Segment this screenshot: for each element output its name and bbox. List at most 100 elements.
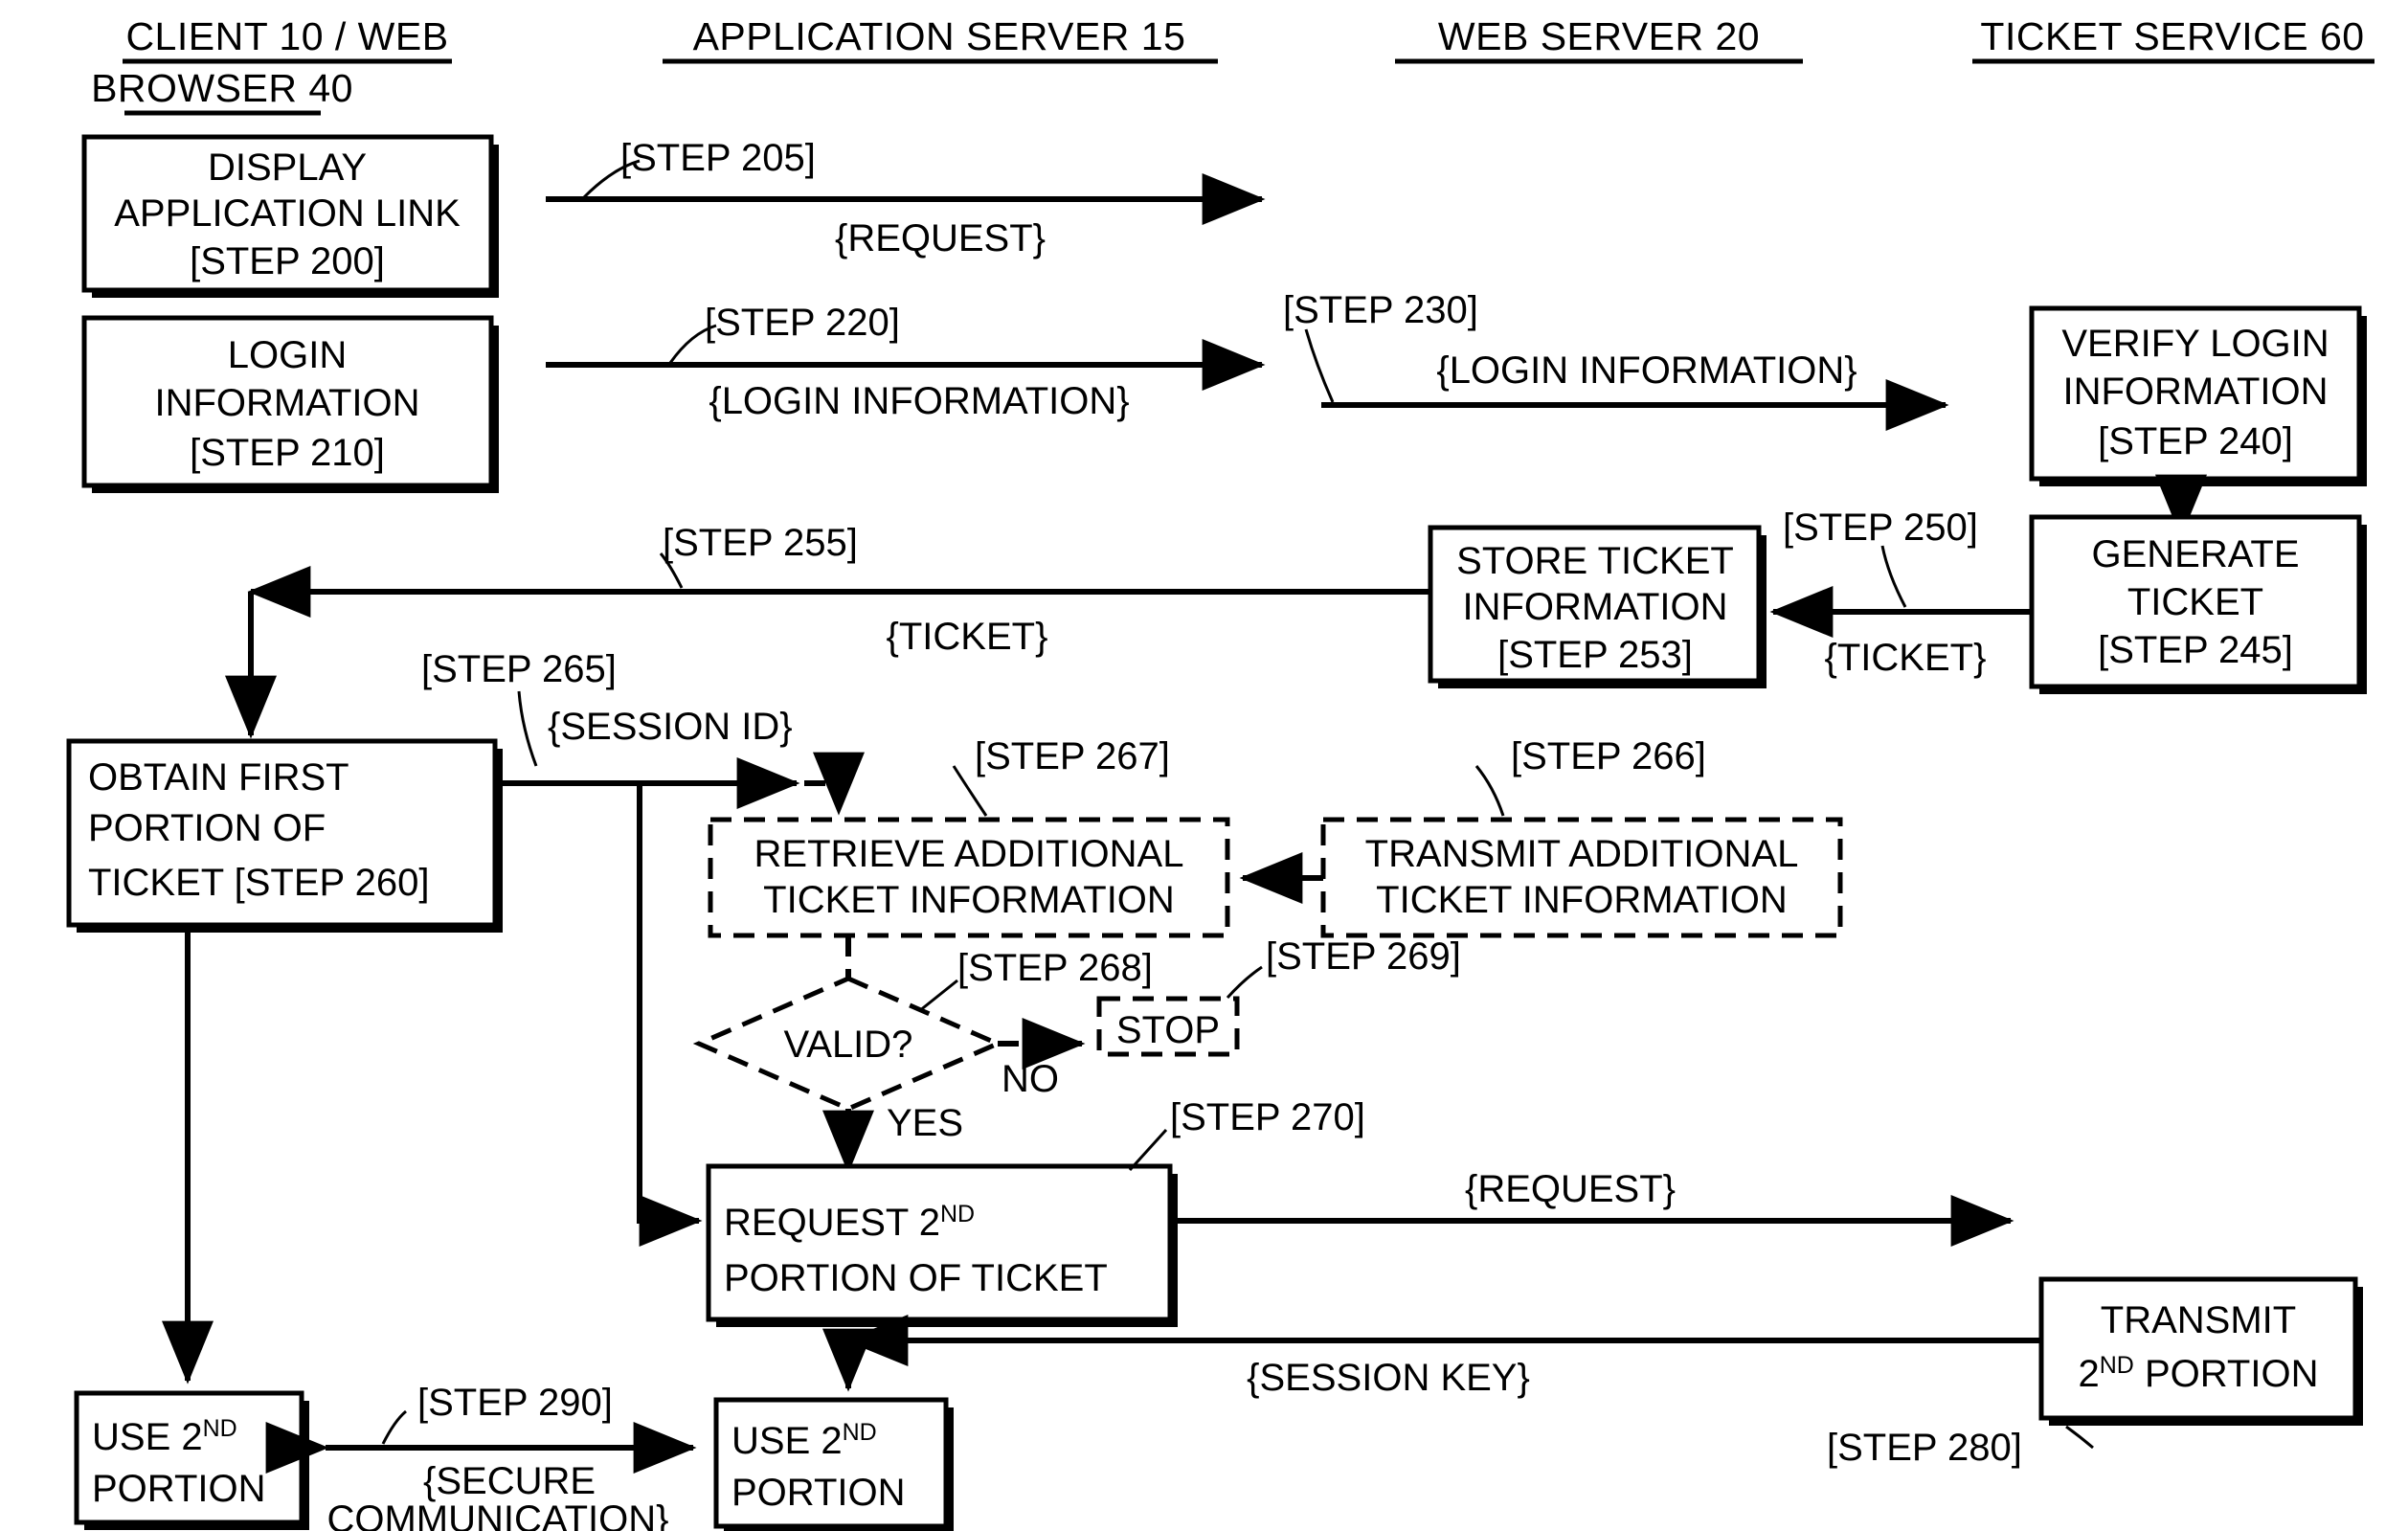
box-line-2: TICKET INFORMATION (1376, 879, 1788, 921)
message-label-secure-communication-2: COMMUNICATION} (326, 1498, 668, 1531)
box-line-2: PORTION OF TICKET (724, 1257, 1108, 1299)
column-header-client: CLIENT 10 / WEB BROWSER 40 (91, 14, 452, 116)
message-label-secure-communication-1: {SECURE (423, 1460, 596, 1502)
message-label-ticket-250: {TICKET} (1825, 637, 1987, 679)
box-line-2: INFORMATION (1462, 586, 1727, 628)
box-use-second-portion-app: USE 2ND PORTION (713, 1397, 954, 1531)
box-line-1-text: USE 2 (731, 1420, 843, 1462)
box-display-application-link: DISPLAY APPLICATION LINK [STEP 200] (81, 134, 499, 298)
message-label-login-information: {LOGIN INFORMATION} (709, 380, 1129, 422)
arrow-step-255: [STEP 255] {TICKET} (225, 522, 1430, 739)
branch-label-no: NO (1001, 1058, 1059, 1100)
box-line-1-superscript: ND (203, 1415, 237, 1442)
leader-line (1304, 328, 1335, 403)
box-line-2-post: PORTION (2134, 1353, 2319, 1395)
box-transmit-second-portion: TRANSMIT 2ND PORTION [STEP 280] (1827, 1276, 2363, 1469)
leader-line (918, 979, 958, 1013)
box-line-1: DISPLAY (208, 146, 367, 189)
step-label-205: [STEP 205] (620, 137, 816, 179)
box-line-1: REQUEST 2ND (724, 1201, 975, 1244)
box-line-1: RETRIEVE ADDITIONAL (754, 833, 1184, 875)
leader-line (1880, 545, 1907, 608)
diagram-canvas: CLIENT 10 / WEB BROWSER 40 APPLICATION S… (0, 0, 2408, 1531)
arrow-step-205: [STEP 205] {REQUEST} (546, 137, 1266, 259)
arrow-step-290: [STEP 290] {SECURE COMMUNICATION} (265, 1382, 697, 1531)
box-generate-ticket: GENERATE TICKET [STEP 245] (2029, 514, 2367, 694)
box-verify-login-information: VERIFY LOGIN INFORMATION [STEP 240] (2029, 305, 2367, 486)
step-label-268: [STEP 268] (957, 947, 1153, 989)
box-line-3: [STEP 245] (2098, 629, 2293, 671)
box-login-information: LOGIN INFORMATION [STEP 210] (81, 315, 499, 493)
step-label-266: [STEP 266] (1511, 735, 1706, 777)
box-line-1: VERIFY LOGIN (2061, 323, 2329, 365)
column-header-webserver-label: WEB SERVER 20 (1438, 14, 1760, 58)
step-label-250: [STEP 250] (1783, 507, 1978, 549)
message-label-session-key: {SESSION KEY} (1247, 1357, 1530, 1399)
patent-flow-diagram: CLIENT 10 / WEB BROWSER 40 APPLICATION S… (66, 14, 2374, 1531)
message-label-session-id: {SESSION ID} (548, 706, 793, 748)
box-line-1-superscript: ND (940, 1201, 975, 1227)
box-line-3: TICKET [STEP 260] (88, 862, 429, 904)
leader-line (1474, 765, 1505, 817)
leader-line (2065, 1425, 2094, 1450)
box-line-2: PORTION OF (88, 807, 326, 849)
box-line-1: STORE TICKET (1456, 540, 1734, 582)
step-label-230: [STEP 230] (1283, 289, 1478, 331)
step-label-290: [STEP 290] (417, 1382, 613, 1424)
box-retrieve-additional-ticket-information: RETRIEVE ADDITIONAL TICKET INFORMATION [… (708, 735, 1230, 938)
box-line-1-superscript: ND (843, 1419, 877, 1446)
box-line-2: PORTION (731, 1472, 906, 1514)
step-label-265: [STEP 265] (421, 648, 617, 690)
step-label-255: [STEP 255] (663, 522, 858, 564)
leader-line (1226, 965, 1263, 1000)
box-line-3: [STEP 200] (190, 240, 385, 282)
step-label-267: [STEP 267] (975, 735, 1170, 777)
arrow-step-220: [STEP 220] {LOGIN INFORMATION} (546, 302, 1266, 422)
box-transmit-additional-ticket-information: TRANSMIT ADDITIONAL TICKET INFORMATION [… (1320, 735, 1843, 938)
branch-yes: YES (822, 1102, 963, 1174)
step-label-270: [STEP 270] (1170, 1096, 1365, 1138)
box-line-3: [STEP 253] (1497, 634, 1693, 676)
column-header-appserver-label: APPLICATION SERVER 15 (693, 14, 1186, 58)
column-header-web-server: WEB SERVER 20 (1395, 14, 1803, 64)
message-label-request-bottom: {REQUEST} (1465, 1168, 1676, 1210)
column-header-application-server: APPLICATION SERVER 15 (663, 14, 1218, 64)
column-header-ticketservice-label: TICKET SERVICE 60 (1980, 14, 2364, 58)
session-id-arrow-to-request (637, 783, 703, 1247)
column-header-client-line1: CLIENT 10 / WEB (125, 14, 448, 58)
column-header-client-line2: BROWSER 40 (91, 66, 353, 110)
message-label-request: {REQUEST} (835, 217, 1046, 259)
step-label-220: [STEP 220] (705, 302, 900, 344)
box-line-2: APPLICATION LINK (114, 192, 461, 235)
box-stop-label: STOP (1116, 1009, 1220, 1051)
box-line-2: INFORMATION (2062, 371, 2328, 413)
leader-line (381, 1409, 407, 1445)
step-label-269: [STEP 269] (1266, 935, 1461, 978)
dashed-link (804, 752, 865, 816)
box-obtain-first-portion: OBTAIN FIRST PORTION OF TICKET [STEP 260… (66, 738, 503, 933)
box-line-2-pre: 2 (2079, 1353, 2100, 1395)
box-line-1: TRANSMIT (2101, 1299, 2296, 1341)
leader-line (517, 690, 538, 767)
branch-label-yes: YES (887, 1102, 963, 1144)
decision-label: VALID? (784, 1024, 913, 1066)
decision-valid: VALID? [STEP 268] (692, 947, 1153, 1112)
arrow-step-230: [STEP 230] {LOGIN INFORMATION} (1283, 289, 1949, 431)
message-label-ticket-255: {TICKET} (887, 616, 1048, 658)
box-line-1: GENERATE (2091, 533, 2299, 575)
dashed-session-id-continuation (804, 752, 865, 816)
box-request-second-portion: REQUEST 2ND PORTION OF TICKET [STEP 270] (706, 1096, 1365, 1327)
arrow-session-key: {SESSION KEY} (822, 1315, 2041, 1399)
box-store-ticket-information: STORE TICKET INFORMATION [STEP 253] (1428, 525, 1767, 688)
box-line-2: PORTION (92, 1468, 266, 1510)
box-line-1-text: USE 2 (92, 1416, 203, 1458)
box-line-1: OBTAIN FIRST (88, 756, 349, 799)
box-line-3: [STEP 210] (190, 432, 385, 474)
step-label-280: [STEP 280] (1827, 1427, 2022, 1469)
arrow-step-250: [STEP 250] {TICKET} (1769, 507, 2032, 679)
box-line-3: [STEP 240] (2098, 420, 2293, 462)
box-use-second-portion-client: USE 2ND PORTION (74, 1390, 309, 1530)
message-label-login-information-2: {LOGIN INFORMATION} (1436, 349, 1857, 392)
box-line-1-text: REQUEST 2 (724, 1202, 940, 1244)
box-line-2: INFORMATION (154, 382, 419, 424)
